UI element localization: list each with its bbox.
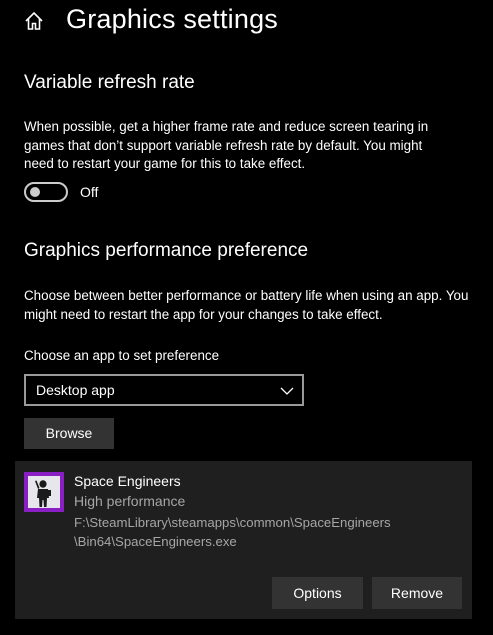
app-path: F:\SteamLibrary\steamapps\common\SpaceEn… [74,514,414,551]
app-list-item[interactable]: Space Engineers High performance F:\Stea… [15,461,472,619]
variable-refresh-rate-description: When possible, get a higher frame rate a… [24,119,429,171]
app-preference: High performance [74,493,186,509]
chevron-down-icon [280,384,294,398]
toggle-knob [30,187,40,197]
variable-refresh-rate-toggle[interactable] [24,182,68,202]
home-icon[interactable] [24,11,44,31]
space-engineers-app-icon [24,472,64,512]
page-header: Graphics settings [0,0,493,44]
app-name: Space Engineers [74,473,181,489]
graphics-performance-heading: Graphics performance preference [24,240,309,261]
graphics-performance-description: Choose between better performance or bat… [24,288,469,322]
options-button[interactable]: Options [272,577,363,609]
app-type-dropdown[interactable]: Desktop app [24,374,304,406]
app-path-line-2: \Bin64\SpaceEngineers.exe [74,533,237,549]
dropdown-selected-value: Desktop app [36,382,115,398]
browse-button[interactable]: Browse [24,418,114,449]
app-path-line-1: F:\SteamLibrary\steamapps\common\SpaceEn… [74,515,391,530]
variable-refresh-rate-heading: Variable refresh rate [24,72,195,93]
choose-app-label: Choose an app to set preference [24,348,220,363]
remove-button[interactable]: Remove [372,577,462,609]
page-title: Graphics settings [66,4,278,34]
toggle-state-label: Off [80,184,99,200]
